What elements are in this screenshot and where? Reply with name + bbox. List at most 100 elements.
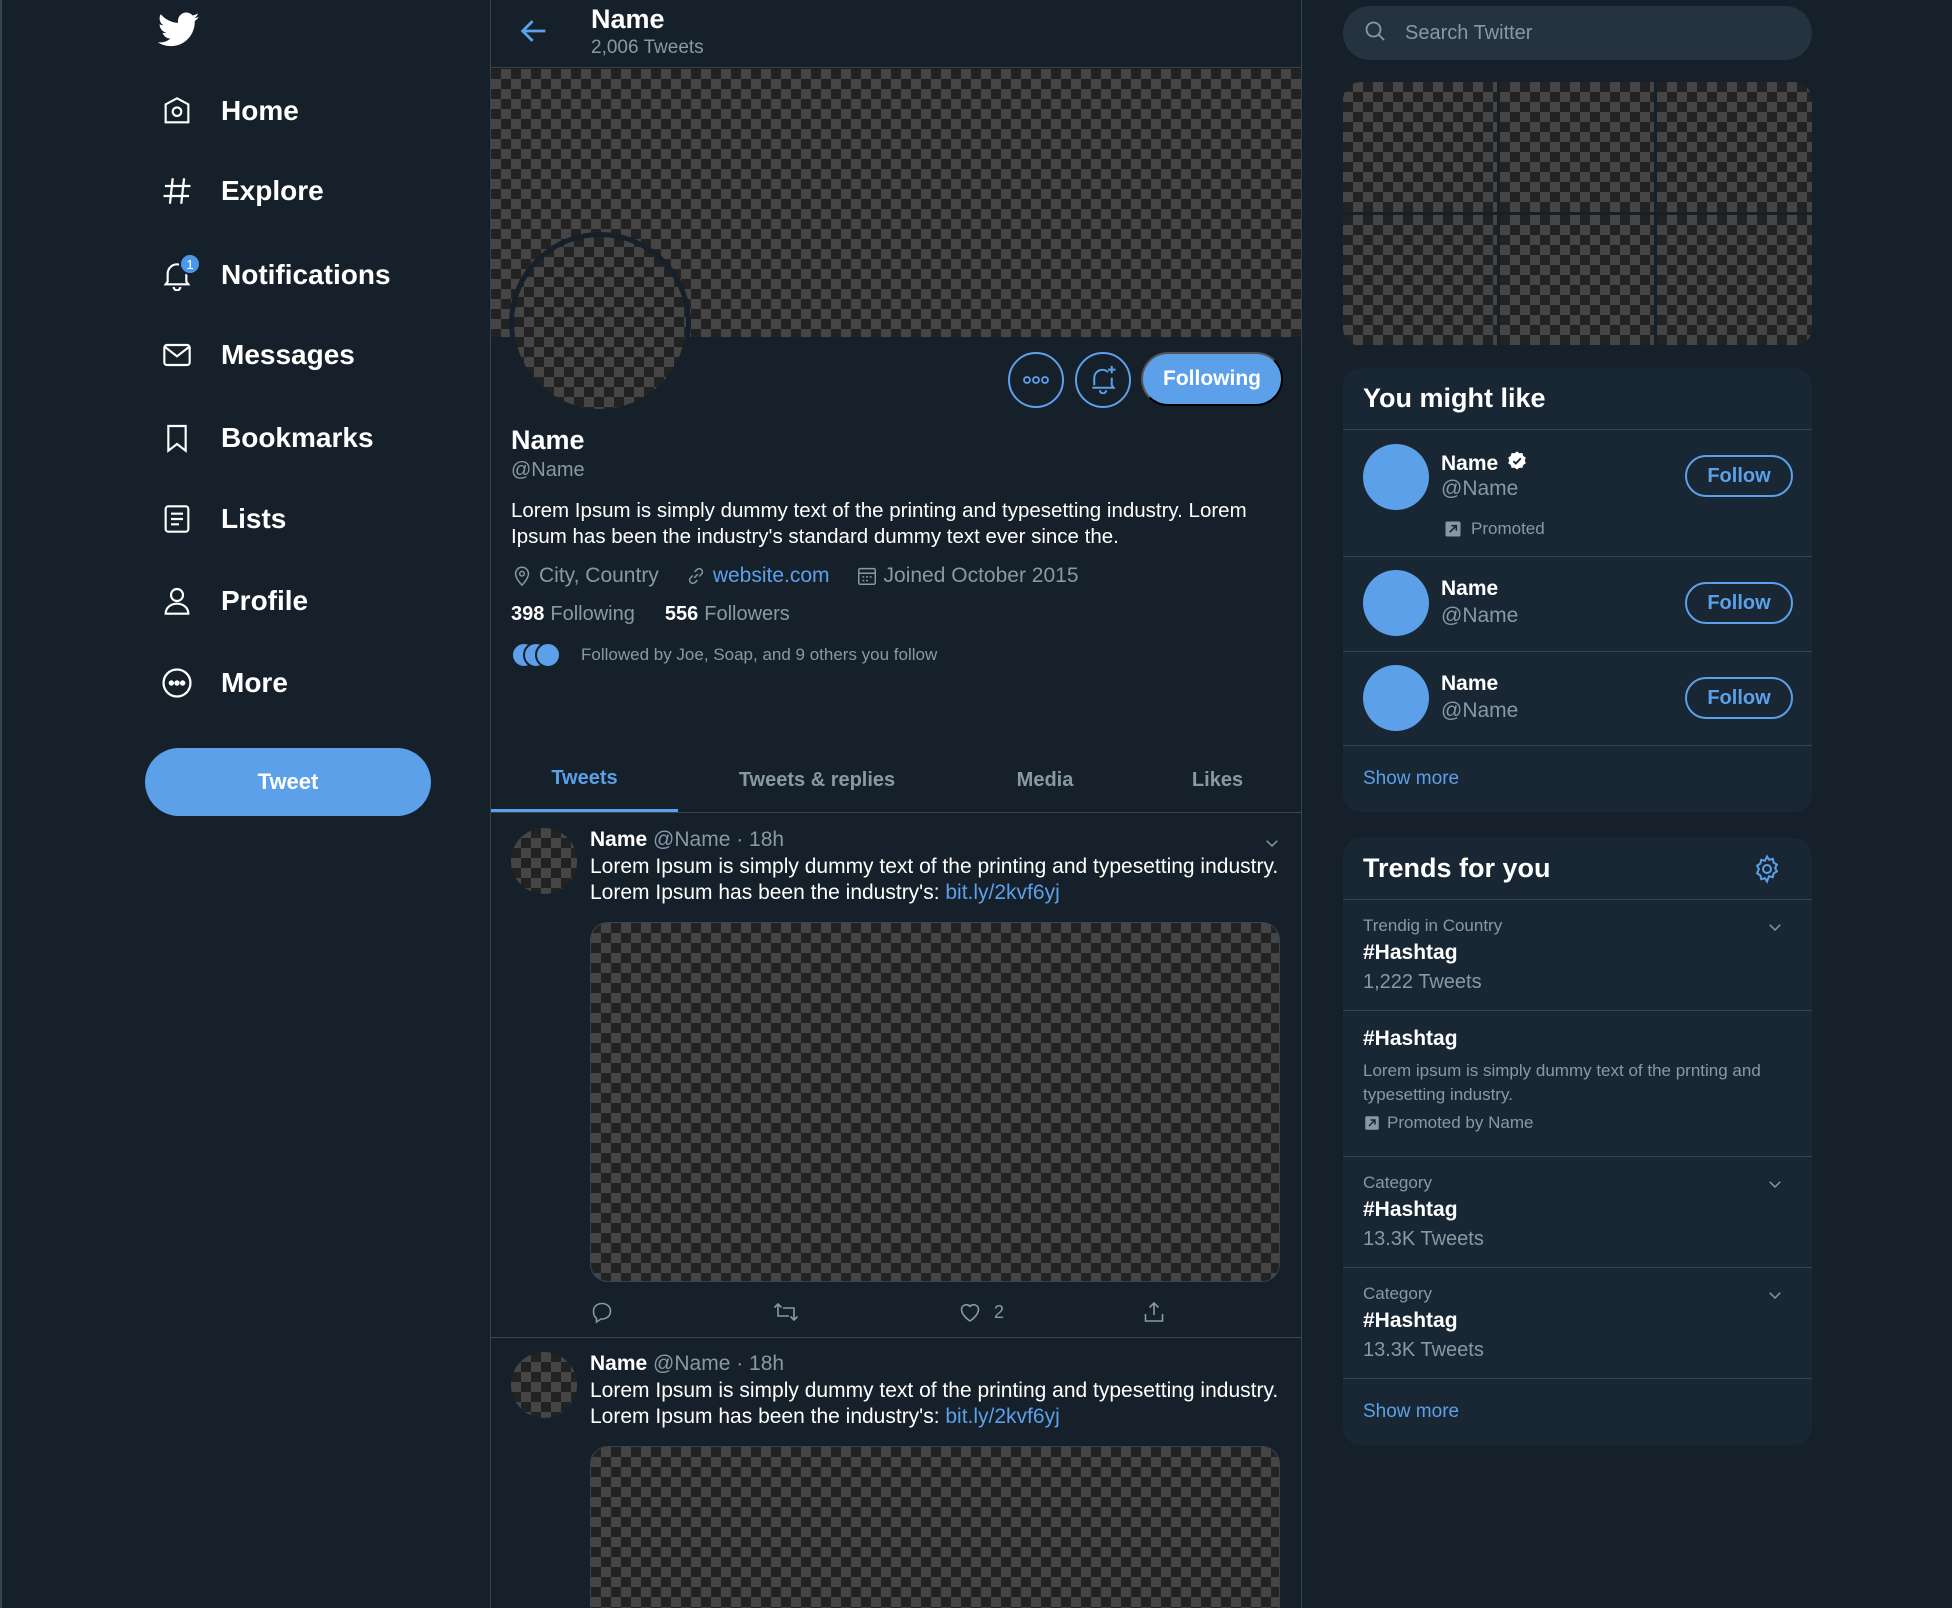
follow-button[interactable]: Follow [1685, 677, 1793, 719]
tweet[interactable]: Name @Name · 18h Lorem Ipsum is simply d… [491, 814, 1301, 1338]
tweet-button[interactable]: Tweet [145, 748, 431, 816]
following-count[interactable]: 398 Following [511, 603, 635, 626]
nav-label-notifications: Notifications [221, 259, 391, 290]
retweet-button[interactable] [773, 1300, 811, 1324]
suggestion-name: Name [1441, 577, 1499, 600]
tab-tweets-replies[interactable]: Tweets & replies [678, 748, 956, 812]
more-options-button[interactable] [1008, 352, 1064, 408]
reply-button[interactable] [590, 1300, 626, 1324]
follow-button[interactable]: Follow [1685, 582, 1793, 624]
trend-item[interactable]: Category #Hashtag 13.3K Tweets [1343, 1268, 1812, 1379]
nav-item-bookmarks[interactable]: Bookmarks [157, 410, 374, 466]
suggestion-item[interactable]: Name @Name Follow [1343, 652, 1812, 746]
show-more-link[interactable]: Show more [1343, 746, 1812, 812]
media-thumbnail[interactable] [1657, 82, 1812, 212]
promoted-icon [1365, 1116, 1379, 1130]
chevron-down-icon[interactable] [1766, 918, 1784, 941]
tab-media[interactable]: Media [956, 748, 1134, 812]
like-button[interactable]: 2 [958, 1300, 1004, 1324]
tweet-link[interactable]: bit.ly/2kvf6yj [945, 881, 1059, 904]
tweet-media[interactable] [590, 922, 1280, 1282]
profile-stats: 398 Following 556 Followers [511, 603, 820, 626]
promoted-label: Promoted [1443, 519, 1545, 539]
tweet-header: Name @Name · 18h [590, 1352, 785, 1375]
suggestion-handle: @Name [1441, 699, 1519, 722]
tweet[interactable]: Name @Name · 18h Lorem Ipsum is simply d… [491, 1338, 1301, 1608]
chevron-down-icon[interactable] [1766, 1175, 1784, 1198]
trend-hashtag: #Hashtag [1363, 1309, 1458, 1332]
trend-context: Category [1363, 1284, 1432, 1303]
nav-item-profile[interactable]: Profile [157, 573, 308, 629]
share-icon [1144, 1301, 1164, 1322]
tweet-text: Lorem Ipsum is simply dummy text of the … [590, 855, 1279, 904]
media-thumbnail[interactable] [1500, 82, 1654, 212]
header-name: Name [591, 4, 665, 34]
following-button[interactable]: Following [1141, 352, 1283, 406]
suggestion-name: Name [1441, 450, 1528, 478]
tab-tweets[interactable]: Tweets [491, 748, 678, 812]
profile-avatar[interactable] [509, 232, 691, 414]
header-tweet-count: 2,006 Tweets [591, 37, 704, 58]
tab-likes[interactable]: Likes [1134, 748, 1301, 812]
notification-badge: 1 [179, 253, 201, 275]
media-thumbnail[interactable] [1343, 82, 1497, 212]
nav-item-explore[interactable]: Explore [157, 163, 324, 219]
tweet-media[interactable] [590, 1446, 1280, 1608]
search-input[interactable] [1405, 21, 1765, 45]
trend-item[interactable]: Category #Hashtag 13.3K Tweets [1343, 1157, 1812, 1268]
gear-icon[interactable] [1752, 854, 1782, 891]
left-sidebar: Home Explore 1 Notifications Messages Bo… [0, 0, 490, 1608]
retweet-icon [773, 1302, 799, 1322]
profile-website[interactable]: website.com [685, 564, 830, 588]
notify-button[interactable] [1075, 352, 1131, 408]
profile-location: City, Country [511, 564, 659, 588]
list-icon [157, 499, 197, 539]
media-thumbnail[interactable] [1343, 215, 1497, 345]
nav-item-more[interactable]: More [157, 655, 288, 711]
show-more-link[interactable]: Show more [1343, 1379, 1812, 1445]
bookmark-icon [157, 418, 197, 458]
tweet-header: Name @Name · 18h [590, 828, 785, 851]
search-bar[interactable] [1343, 6, 1812, 60]
media-thumbnail[interactable] [1500, 215, 1654, 345]
media-thumbnail[interactable] [1657, 215, 1812, 345]
suggestion-item[interactable]: Name @Name Follow [1343, 557, 1812, 652]
you-might-like-card: You might like Name @Name Promoted Follo… [1343, 368, 1812, 812]
home-icon [157, 91, 197, 131]
suggestion-item[interactable]: Name @Name Promoted Follow [1343, 430, 1812, 557]
nav-item-messages[interactable]: Messages [157, 327, 355, 383]
nav-label-messages: Messages [221, 339, 355, 370]
trend-context: Category [1363, 1173, 1432, 1192]
more-circle-icon [157, 663, 197, 703]
tweet-link[interactable]: bit.ly/2kvf6yj [945, 1405, 1059, 1428]
followers-count[interactable]: 556 Followers [665, 603, 790, 626]
verified-badge-icon [1506, 450, 1528, 478]
tweet-avatar[interactable] [511, 828, 577, 894]
trend-count: 13.3K Tweets [1363, 1339, 1484, 1361]
follow-button[interactable]: Follow [1685, 455, 1793, 497]
nav-item-home[interactable]: Home [157, 83, 299, 139]
share-button[interactable] [1142, 1300, 1178, 1324]
trend-hashtag: #Hashtag [1363, 941, 1458, 964]
trend-item[interactable]: Trendig in Country #Hashtag 1,222 Tweets [1343, 900, 1812, 1011]
envelope-icon [157, 335, 197, 375]
nav-item-notifications[interactable]: 1 Notifications [157, 247, 391, 303]
chevron-down-icon[interactable] [1766, 1286, 1784, 1309]
trend-description: Lorem ipsum is simply dummy text of the … [1363, 1061, 1761, 1104]
avatar[interactable] [1363, 444, 1429, 510]
trend-count: 13.3K Tweets [1363, 1228, 1484, 1250]
followed-by[interactable]: Followed by Joe, Soap, and 9 others you … [511, 642, 937, 668]
you-might-like-title: You might like [1343, 368, 1812, 430]
trend-hashtag: #Hashtag [1363, 1198, 1458, 1221]
avatar[interactable] [1363, 665, 1429, 731]
tweet-avatar[interactable] [511, 1352, 577, 1418]
location-pin-icon [514, 566, 530, 587]
avatar[interactable] [1363, 570, 1429, 636]
trends-title: Trends for you [1343, 838, 1812, 900]
trend-item-promoted[interactable]: #Hashtag Lorem ipsum is simply dummy tex… [1343, 1011, 1812, 1157]
twitter-logo-icon[interactable] [157, 12, 200, 50]
bell-icon: 1 [157, 253, 201, 295]
back-arrow-icon[interactable] [517, 14, 551, 48]
profile-handle: @Name [511, 459, 585, 481]
nav-item-lists[interactable]: Lists [157, 491, 286, 547]
